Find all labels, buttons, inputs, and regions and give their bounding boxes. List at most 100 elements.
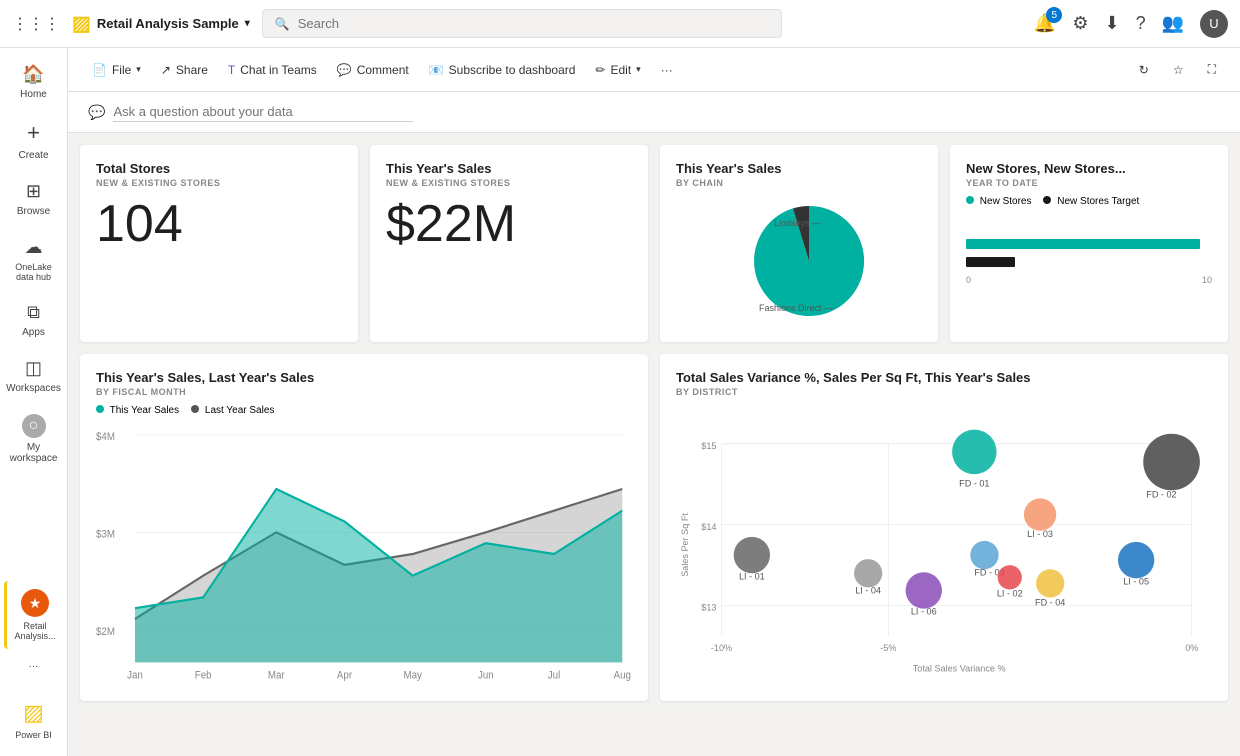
scatter-chart: Sales Per Sq Ft $15 $14 $13 -10% -5% bbox=[676, 405, 1212, 685]
help-button[interactable]: ? bbox=[1136, 13, 1146, 34]
bubble-li03[interactable] bbox=[1024, 498, 1056, 530]
comment-button[interactable]: 💬 Comment bbox=[329, 59, 417, 81]
sidebar-item-create[interactable]: + Create bbox=[4, 112, 64, 169]
sidebar-item-onelake[interactable]: ☁ OneLake data hub bbox=[4, 229, 64, 290]
refresh-button[interactable]: ↻ bbox=[1131, 58, 1157, 81]
bubble-li02[interactable] bbox=[998, 565, 1022, 589]
file-label: File bbox=[112, 63, 131, 77]
bubble-fd01[interactable] bbox=[952, 430, 996, 474]
apps-grid-icon[interactable]: ⋮⋮⋮ bbox=[12, 14, 60, 34]
chat-in-teams-button[interactable]: T Chat in Teams bbox=[220, 59, 325, 81]
sidebar-item-apps-label: Apps bbox=[22, 327, 45, 338]
sales-line-title: This Year's Sales, Last Year's Sales bbox=[96, 370, 632, 385]
file-icon: 📄 bbox=[92, 63, 107, 77]
bubble-fd02[interactable] bbox=[1143, 434, 1200, 491]
qa-icon: 💬 bbox=[88, 104, 105, 121]
power-bi-logo-icon: ▨ bbox=[72, 11, 91, 36]
settings-button[interactable]: ⚙ bbox=[1072, 13, 1088, 34]
power-bi-icon: ▨ bbox=[23, 700, 44, 726]
svg-text:FD - 01: FD - 01 bbox=[959, 478, 989, 488]
edit-label: Edit bbox=[610, 63, 631, 77]
svg-text:Feb: Feb bbox=[195, 670, 212, 682]
sidebar-item-more[interactable]: ··· bbox=[4, 653, 64, 680]
sidebar-item-retail[interactable]: ★ Retail Analysis... bbox=[4, 581, 64, 649]
lindseys-label: Lindseys — bbox=[774, 218, 821, 228]
search-input[interactable] bbox=[298, 16, 769, 31]
svg-text:LI - 02: LI - 02 bbox=[997, 589, 1023, 599]
share-icon: ↗ bbox=[161, 63, 171, 77]
share-people-button[interactable]: 👥 bbox=[1162, 13, 1184, 34]
power-bi-label: Power BI bbox=[15, 730, 52, 740]
star-icon: ☆ bbox=[1173, 63, 1184, 77]
bubble-fd03[interactable] bbox=[970, 541, 998, 569]
sidebar-item-home[interactable]: 🏠 Home bbox=[4, 56, 64, 108]
app-name-label: Retail Analysis Sample bbox=[97, 16, 239, 31]
qa-input[interactable] bbox=[113, 102, 413, 122]
edit-button[interactable]: ✏ Edit ▾ bbox=[587, 59, 648, 81]
more-options-button[interactable]: ··· bbox=[653, 59, 681, 81]
share-label: Share bbox=[176, 63, 208, 77]
svg-text:Jun: Jun bbox=[478, 670, 494, 682]
bubble-li05[interactable] bbox=[1118, 542, 1154, 578]
sidebar-item-workspaces[interactable]: ◫ Workspaces bbox=[4, 350, 64, 402]
svg-text:Jul: Jul bbox=[548, 670, 560, 682]
this-year-legend: This Year Sales bbox=[96, 405, 179, 416]
bubble-li06[interactable] bbox=[906, 572, 942, 608]
toolbar-right: ↻ ☆ ⛶ bbox=[1131, 58, 1224, 81]
favorite-button[interactable]: ☆ bbox=[1165, 58, 1192, 81]
new-stores-target-bar bbox=[966, 257, 1015, 267]
last-year-dot bbox=[191, 405, 199, 413]
total-stores-title: Total Stores bbox=[96, 161, 342, 176]
sidebar-item-power-bi: ▨ Power BI bbox=[4, 692, 64, 748]
sidebar-item-create-label: Create bbox=[18, 150, 48, 161]
sales-by-chain-card: This Year's Sales BY CHAIN Lindseys — Fa… bbox=[660, 145, 938, 342]
subscribe-button[interactable]: 📧 Subscribe to dashboard bbox=[421, 59, 584, 81]
svg-text:FD - 02: FD - 02 bbox=[1146, 489, 1176, 499]
svg-text:FD - 04: FD - 04 bbox=[1035, 598, 1065, 608]
search-icon: 🔍 bbox=[275, 17, 290, 31]
sidebar-item-browse[interactable]: ⊞ Browse bbox=[4, 173, 64, 225]
fullscreen-button[interactable]: ⛶ bbox=[1200, 58, 1224, 81]
workspaces-icon: ◫ bbox=[25, 358, 42, 379]
bubble-fd04[interactable] bbox=[1036, 569, 1064, 597]
svg-text:LI - 05: LI - 05 bbox=[1123, 576, 1149, 586]
this-year-sales-value: $22M bbox=[386, 196, 632, 253]
app-title[interactable]: ▨ Retail Analysis Sample ▾ bbox=[72, 11, 250, 36]
edit-chevron-icon: ▾ bbox=[636, 64, 641, 75]
pie-chart-svg: Lindseys — Fashions Direct — bbox=[719, 196, 879, 326]
subscribe-label: Subscribe to dashboard bbox=[449, 63, 576, 77]
dropdown-chevron-icon[interactable]: ▾ bbox=[245, 18, 250, 29]
bubble-li04[interactable] bbox=[854, 559, 882, 587]
this-year-sales-subtitle: NEW & EXISTING STORES bbox=[386, 178, 632, 188]
new-stores-target-dot bbox=[1043, 196, 1051, 204]
sidebar-item-my-workspace[interactable]: ○ My workspace bbox=[4, 406, 64, 472]
pie-chart: Lindseys — Fashions Direct — bbox=[676, 196, 922, 326]
svg-text:$3M: $3M bbox=[96, 529, 115, 541]
line-chart-svg: $4M $3M $2M Jan Feb Mar bbox=[96, 424, 632, 684]
user-avatar[interactable]: U bbox=[1200, 10, 1228, 38]
search-bar[interactable]: 🔍 bbox=[262, 9, 782, 38]
notifications-button[interactable]: 🔔 5 bbox=[1034, 13, 1056, 34]
scatter-chart-subtitle: BY DISTRICT bbox=[676, 387, 1212, 397]
svg-text:$14: $14 bbox=[701, 522, 716, 532]
svg-text:$2M: $2M bbox=[96, 627, 115, 639]
new-stores-legend: New Stores New Stores Target bbox=[966, 196, 1212, 207]
more-options-icon: ··· bbox=[661, 63, 673, 77]
sidebar-item-workspaces-label: Workspaces bbox=[6, 383, 61, 394]
download-button[interactable]: ⬇ bbox=[1104, 13, 1119, 34]
home-icon: 🏠 bbox=[22, 64, 44, 85]
create-icon: + bbox=[27, 120, 40, 146]
svg-text:$4M: $4M bbox=[96, 432, 115, 444]
sidebar-item-apps[interactable]: ⧉ Apps bbox=[4, 294, 64, 346]
scatter-chart-title: Total Sales Variance %, Sales Per Sq Ft,… bbox=[676, 370, 1212, 385]
svg-text:Aug: Aug bbox=[614, 670, 632, 682]
svg-text:Apr: Apr bbox=[337, 670, 353, 682]
file-button[interactable]: 📄 File ▾ bbox=[84, 59, 149, 81]
this-year-dot bbox=[96, 405, 104, 413]
new-stores-axis: 0 10 bbox=[966, 275, 1212, 285]
this-year-sales-title: This Year's Sales bbox=[386, 161, 632, 176]
share-button[interactable]: ↗ Share bbox=[153, 59, 216, 81]
main-area: 📄 File ▾ ↗ Share T Chat in Teams 💬 Comme… bbox=[68, 48, 1240, 756]
bubble-li01[interactable] bbox=[734, 537, 770, 573]
sidebar-item-home-label: Home bbox=[20, 89, 47, 100]
